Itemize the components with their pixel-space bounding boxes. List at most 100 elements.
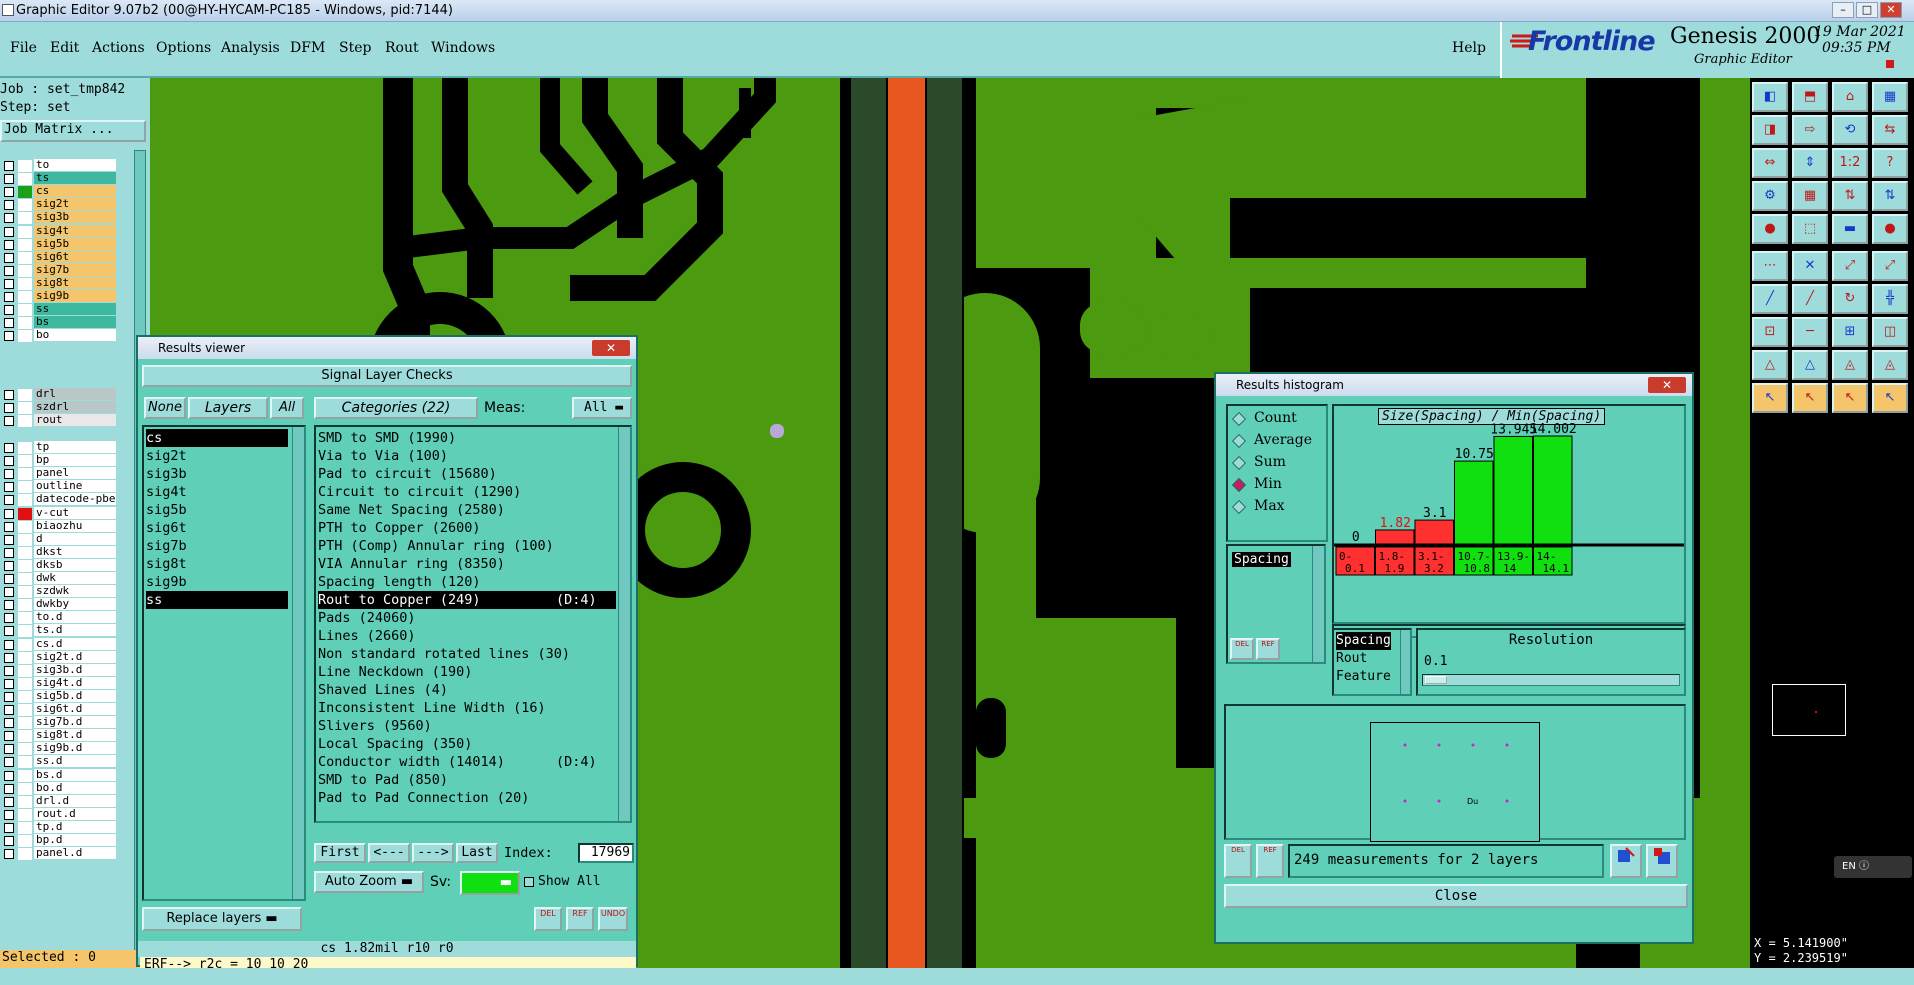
layer-checkbox[interactable] xyxy=(4,331,14,342)
layer-checkbox[interactable] xyxy=(4,174,14,185)
histogram-bar[interactable] xyxy=(1375,529,1415,545)
tool-button-icon[interactable]: ╱ xyxy=(1792,284,1828,314)
layer-row[interactable]: bo.d xyxy=(0,781,120,795)
sv-color-dropdown[interactable]: ▬ xyxy=(460,871,520,895)
tool-button-icon[interactable]: ╱ xyxy=(1752,284,1788,314)
layer-row[interactable]: datecode-pbe xyxy=(0,492,120,507)
layer-color-swatch[interactable] xyxy=(18,848,32,861)
tool-button-icon[interactable]: ● xyxy=(1872,214,1908,244)
prev-button[interactable]: <--- xyxy=(368,843,410,863)
index-input[interactable]: 17969 xyxy=(578,843,634,863)
result-layer-item[interactable]: sig5b xyxy=(146,501,288,519)
histogram-zoom-icon[interactable] xyxy=(1610,844,1642,878)
menu-options[interactable]: Options xyxy=(156,40,211,56)
field-item[interactable]: Feature xyxy=(1336,668,1391,686)
layer-row[interactable]: sig8t xyxy=(0,276,120,290)
tool-button-icon[interactable]: ↖ xyxy=(1832,383,1868,413)
category-item[interactable]: Spacing length (120) xyxy=(318,573,616,591)
category-item[interactable]: Slivers (9560) xyxy=(318,717,616,735)
undo-button[interactable]: UNDO xyxy=(598,907,628,931)
layer-row[interactable]: ss.d xyxy=(0,754,120,769)
layer-color-swatch[interactable] xyxy=(18,330,32,343)
tool-button-icon[interactable]: △ xyxy=(1792,350,1828,380)
layer-checkbox[interactable] xyxy=(4,665,14,676)
layer-checkbox[interactable] xyxy=(4,718,14,729)
layer-checkbox[interactable] xyxy=(4,318,14,329)
category-item[interactable]: Pad to Pad Connection (20) xyxy=(318,789,616,807)
category-item[interactable]: Rout to Copper (249) (D:4) xyxy=(318,591,616,609)
first-button[interactable]: First xyxy=(314,843,366,863)
layer-row[interactable]: sig3b.d xyxy=(0,663,120,677)
category-item[interactable]: Lines (2660) xyxy=(318,627,616,645)
layer-row[interactable]: bp.d xyxy=(0,833,120,847)
category-item[interactable]: Local Spacing (350) xyxy=(318,735,616,753)
tool-button-icon[interactable]: ⬒ xyxy=(1792,82,1828,112)
tool-button-icon[interactable]: ↖ xyxy=(1872,383,1908,413)
layer-row[interactable]: sig4t.d xyxy=(0,676,120,690)
layer-checkbox[interactable] xyxy=(4,744,14,755)
tool-button-icon[interactable]: ⟲ xyxy=(1832,115,1868,145)
layer-row[interactable]: dkst xyxy=(0,545,120,559)
layer-checkbox[interactable] xyxy=(4,292,14,302)
layer-row[interactable]: sig6t xyxy=(0,250,120,264)
layer-row[interactable]: sig5b.d xyxy=(0,689,120,703)
layer-row[interactable]: to xyxy=(0,158,120,172)
tool-button-icon[interactable]: ↖ xyxy=(1792,383,1828,413)
tool-button-icon[interactable]: ↖ xyxy=(1752,383,1788,413)
tool-button-icon[interactable]: ⇅ xyxy=(1872,181,1908,211)
layer-row[interactable]: ts xyxy=(0,171,120,186)
result-layer-item[interactable]: sig4t xyxy=(146,483,288,501)
category-item[interactable]: PTH (Comp) Annular ring (100) xyxy=(318,537,616,555)
none-button[interactable]: None xyxy=(144,397,186,419)
minimize-button[interactable]: – xyxy=(1832,2,1854,18)
layer-checkbox[interactable] xyxy=(4,403,14,414)
result-layer-item[interactable]: cs xyxy=(146,429,288,447)
layer-row[interactable]: dksb xyxy=(0,558,120,572)
result-layer-item[interactable]: sig2t xyxy=(146,447,288,465)
menu-file[interactable]: File xyxy=(10,40,37,56)
layer-checkbox[interactable] xyxy=(4,626,14,637)
menu-windows[interactable]: Windows xyxy=(431,40,495,56)
category-item[interactable]: SMD to Pad (850) xyxy=(318,771,616,789)
footer-ref-button[interactable]: REF xyxy=(1256,844,1284,878)
tool-button-icon[interactable]: ⇆ xyxy=(1872,115,1908,145)
resolution-slider[interactable] xyxy=(1422,674,1680,686)
menu-actions[interactable]: Actions xyxy=(92,40,145,56)
layer-row[interactable]: bp xyxy=(0,453,120,468)
layer-row[interactable]: tp xyxy=(0,440,120,454)
layer-row[interactable]: sig2t xyxy=(0,197,120,212)
tool-button-icon[interactable]: ⋯ xyxy=(1752,251,1788,281)
tool-button-icon[interactable]: ● xyxy=(1752,214,1788,244)
category-item[interactable]: Conductor width (14014) (D:4) xyxy=(318,753,616,771)
layer-checkbox[interactable] xyxy=(4,252,14,263)
layer-checkbox[interactable] xyxy=(4,560,14,571)
layer-row[interactable]: rout.d xyxy=(0,807,120,821)
tool-button-icon[interactable]: 1:2 xyxy=(1832,148,1868,178)
category-item[interactable]: Pad to circuit (15680) xyxy=(318,465,616,483)
layer-row[interactable]: sig3b xyxy=(0,210,120,225)
layer-checkbox[interactable] xyxy=(4,836,14,846)
layer-checkbox[interactable] xyxy=(4,757,14,768)
tool-button-icon[interactable]: ⌂ xyxy=(1832,82,1868,112)
layer-checkbox[interactable] xyxy=(4,770,14,781)
layers-button[interactable]: Layers xyxy=(188,397,268,419)
layer-row[interactable]: sig4t xyxy=(0,224,120,238)
auto-zoom-dropdown[interactable]: Auto Zoom ▬ xyxy=(314,871,424,893)
layer-checkbox[interactable] xyxy=(4,822,14,833)
layer-row[interactable]: sig5b xyxy=(0,237,120,251)
tool-button-icon[interactable]: ◫ xyxy=(1872,317,1908,347)
layer-checkbox[interactable] xyxy=(4,278,14,289)
result-layer-item[interactable]: sig3b xyxy=(146,465,288,483)
tool-button-icon[interactable]: ◬ xyxy=(1832,350,1868,380)
field-list-scrollbar[interactable] xyxy=(1400,630,1410,694)
layer-row[interactable]: drl xyxy=(0,387,120,401)
resolution-slider-thumb[interactable] xyxy=(1425,676,1447,684)
layer-row[interactable]: dwkby xyxy=(0,597,120,612)
category-item[interactable]: Via to Via (100) xyxy=(318,447,616,465)
layer-row[interactable]: panel.d xyxy=(0,846,120,861)
footer-del-button[interactable]: DEL xyxy=(1224,844,1252,878)
category-item[interactable]: Circuit to circuit (1290) xyxy=(318,483,616,501)
tool-button-icon[interactable]: ⚙ xyxy=(1752,181,1788,211)
replace-layers-dropdown[interactable]: Replace layers ▬ xyxy=(142,907,302,931)
category-item[interactable]: Non standard rotated lines (30) xyxy=(318,645,616,663)
